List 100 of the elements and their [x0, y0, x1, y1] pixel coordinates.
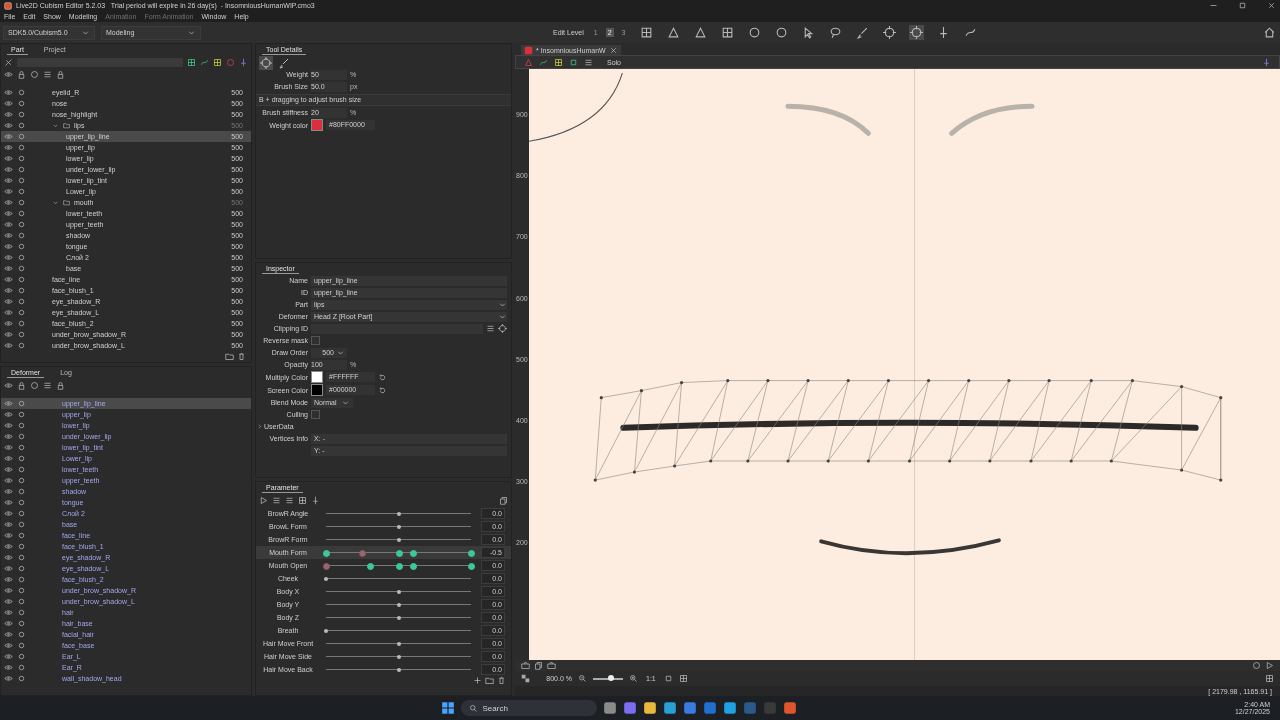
eye-icon[interactable]	[4, 410, 13, 419]
app-icon[interactable]	[603, 701, 618, 715]
keyframe-dot[interactable]	[410, 549, 417, 557]
slider-thumb[interactable]	[396, 641, 401, 646]
lock-icon[interactable]	[56, 70, 65, 79]
keyframe-dot[interactable]	[323, 549, 330, 557]
camera-icon[interactable]	[547, 661, 556, 670]
close-icon[interactable]	[608, 45, 618, 55]
list-icon[interactable]	[285, 496, 294, 505]
curve-icon[interactable]	[539, 57, 548, 67]
fit-icon[interactable]	[663, 674, 673, 683]
pin-icon[interactable]	[1262, 57, 1271, 67]
eye-icon[interactable]	[4, 531, 13, 540]
color-swatch[interactable]	[311, 384, 323, 396]
zoom-in-icon[interactable]	[629, 674, 638, 683]
search-field[interactable]: Search	[461, 700, 598, 716]
pin-icon[interactable]	[311, 496, 320, 505]
eye-icon[interactable]	[4, 476, 13, 485]
eye-icon[interactable]	[4, 553, 13, 562]
eye-icon[interactable]	[4, 132, 13, 141]
app-icon[interactable]	[663, 701, 678, 715]
slider-thumb[interactable]	[396, 511, 401, 516]
keyframe-dot[interactable]	[468, 562, 475, 570]
eye-icon[interactable]	[4, 275, 13, 284]
list-icon[interactable]	[486, 324, 495, 333]
zoom-slider[interactable]	[593, 677, 623, 680]
eye-icon[interactable]	[4, 110, 13, 119]
camera-icon[interactable]	[521, 661, 530, 670]
slider-thumb[interactable]	[324, 628, 328, 633]
eye-icon[interactable]	[4, 674, 13, 683]
folder-icon[interactable]	[485, 676, 494, 685]
eye-icon[interactable]	[4, 176, 13, 185]
eye-icon[interactable]	[4, 575, 13, 584]
eye-icon[interactable]	[4, 308, 13, 317]
copy-icon[interactable]	[499, 496, 508, 505]
slider-thumb[interactable]	[396, 615, 401, 620]
eye-icon[interactable]	[4, 443, 13, 452]
eye-icon[interactable]	[4, 220, 13, 229]
keyframe-dot[interactable]	[395, 562, 403, 570]
list-icon[interactable]	[43, 381, 52, 390]
slider-thumb[interactable]	[396, 667, 401, 672]
eye-icon[interactable]	[4, 231, 13, 240]
eye-icon[interactable]	[4, 487, 13, 496]
eye-icon[interactable]	[4, 143, 13, 152]
app-icon[interactable]	[723, 701, 738, 715]
chevron-icon[interactable]	[256, 423, 263, 430]
target-icon[interactable]	[498, 324, 507, 333]
keyframe-dot[interactable]	[366, 562, 374, 570]
keyframe-dot[interactable]	[395, 549, 403, 557]
curve-icon[interactable]	[200, 57, 209, 67]
chevron-icon[interactable]	[52, 199, 59, 206]
lock-icon[interactable]	[17, 70, 26, 79]
eye-icon[interactable]	[4, 608, 13, 617]
eye-icon[interactable]	[4, 209, 13, 218]
keyframe-dot[interactable]	[323, 562, 330, 570]
mesh-drawing[interactable]	[593, 378, 1223, 482]
plus-icon[interactable]	[473, 676, 482, 685]
home-icon[interactable]	[1262, 25, 1277, 40]
list-icon[interactable]	[43, 70, 52, 79]
lock-icon[interactable]	[56, 381, 65, 390]
eye-icon[interactable]	[4, 242, 13, 251]
lock-icon[interactable]	[17, 381, 26, 390]
windows-logo-icon[interactable]	[441, 701, 456, 715]
color-swatch[interactable]	[311, 371, 323, 383]
reset-icon[interactable]	[378, 372, 387, 382]
eye-icon[interactable]	[4, 586, 13, 595]
folder-icon[interactable]	[225, 352, 234, 361]
color-swatch[interactable]	[311, 119, 323, 131]
slider-thumb[interactable]	[324, 576, 328, 581]
checkbox[interactable]	[311, 410, 320, 419]
eye-icon[interactable]	[4, 597, 13, 606]
eye-icon[interactable]	[4, 641, 13, 650]
eye-icon[interactable]	[4, 187, 13, 196]
eye-icon[interactable]	[4, 253, 13, 262]
eye-icon[interactable]	[4, 498, 13, 507]
eye-icon[interactable]	[4, 154, 13, 163]
copy-icon[interactable]	[534, 661, 543, 670]
eye-icon[interactable]	[4, 165, 13, 174]
trash-icon[interactable]	[497, 676, 506, 685]
eye-icon[interactable]	[4, 330, 13, 339]
app-icon[interactable]	[683, 701, 698, 715]
maximize-icon[interactable]	[1238, 1, 1247, 10]
trash-icon[interactable]	[237, 352, 246, 361]
eye-icon[interactable]	[4, 297, 13, 306]
eye-icon[interactable]	[4, 399, 13, 408]
slider-thumb[interactable]	[608, 675, 614, 681]
eye-icon[interactable]	[4, 88, 13, 97]
slider-thumb[interactable]	[396, 602, 401, 607]
slider-thumb[interactable]	[396, 537, 401, 542]
eye-icon[interactable]	[4, 198, 13, 207]
keyframe-dot[interactable]	[359, 549, 367, 557]
eye-icon[interactable]	[4, 663, 13, 672]
keyframe-dot[interactable]	[410, 562, 417, 570]
eye-icon[interactable]	[4, 630, 13, 639]
checkbox[interactable]	[311, 336, 320, 345]
eye-icon[interactable]	[4, 454, 13, 463]
eye-icon[interactable]	[4, 652, 13, 661]
keyframe-dot[interactable]	[468, 549, 475, 557]
eye-icon[interactable]	[4, 264, 13, 273]
app-icon[interactable]	[623, 701, 638, 715]
